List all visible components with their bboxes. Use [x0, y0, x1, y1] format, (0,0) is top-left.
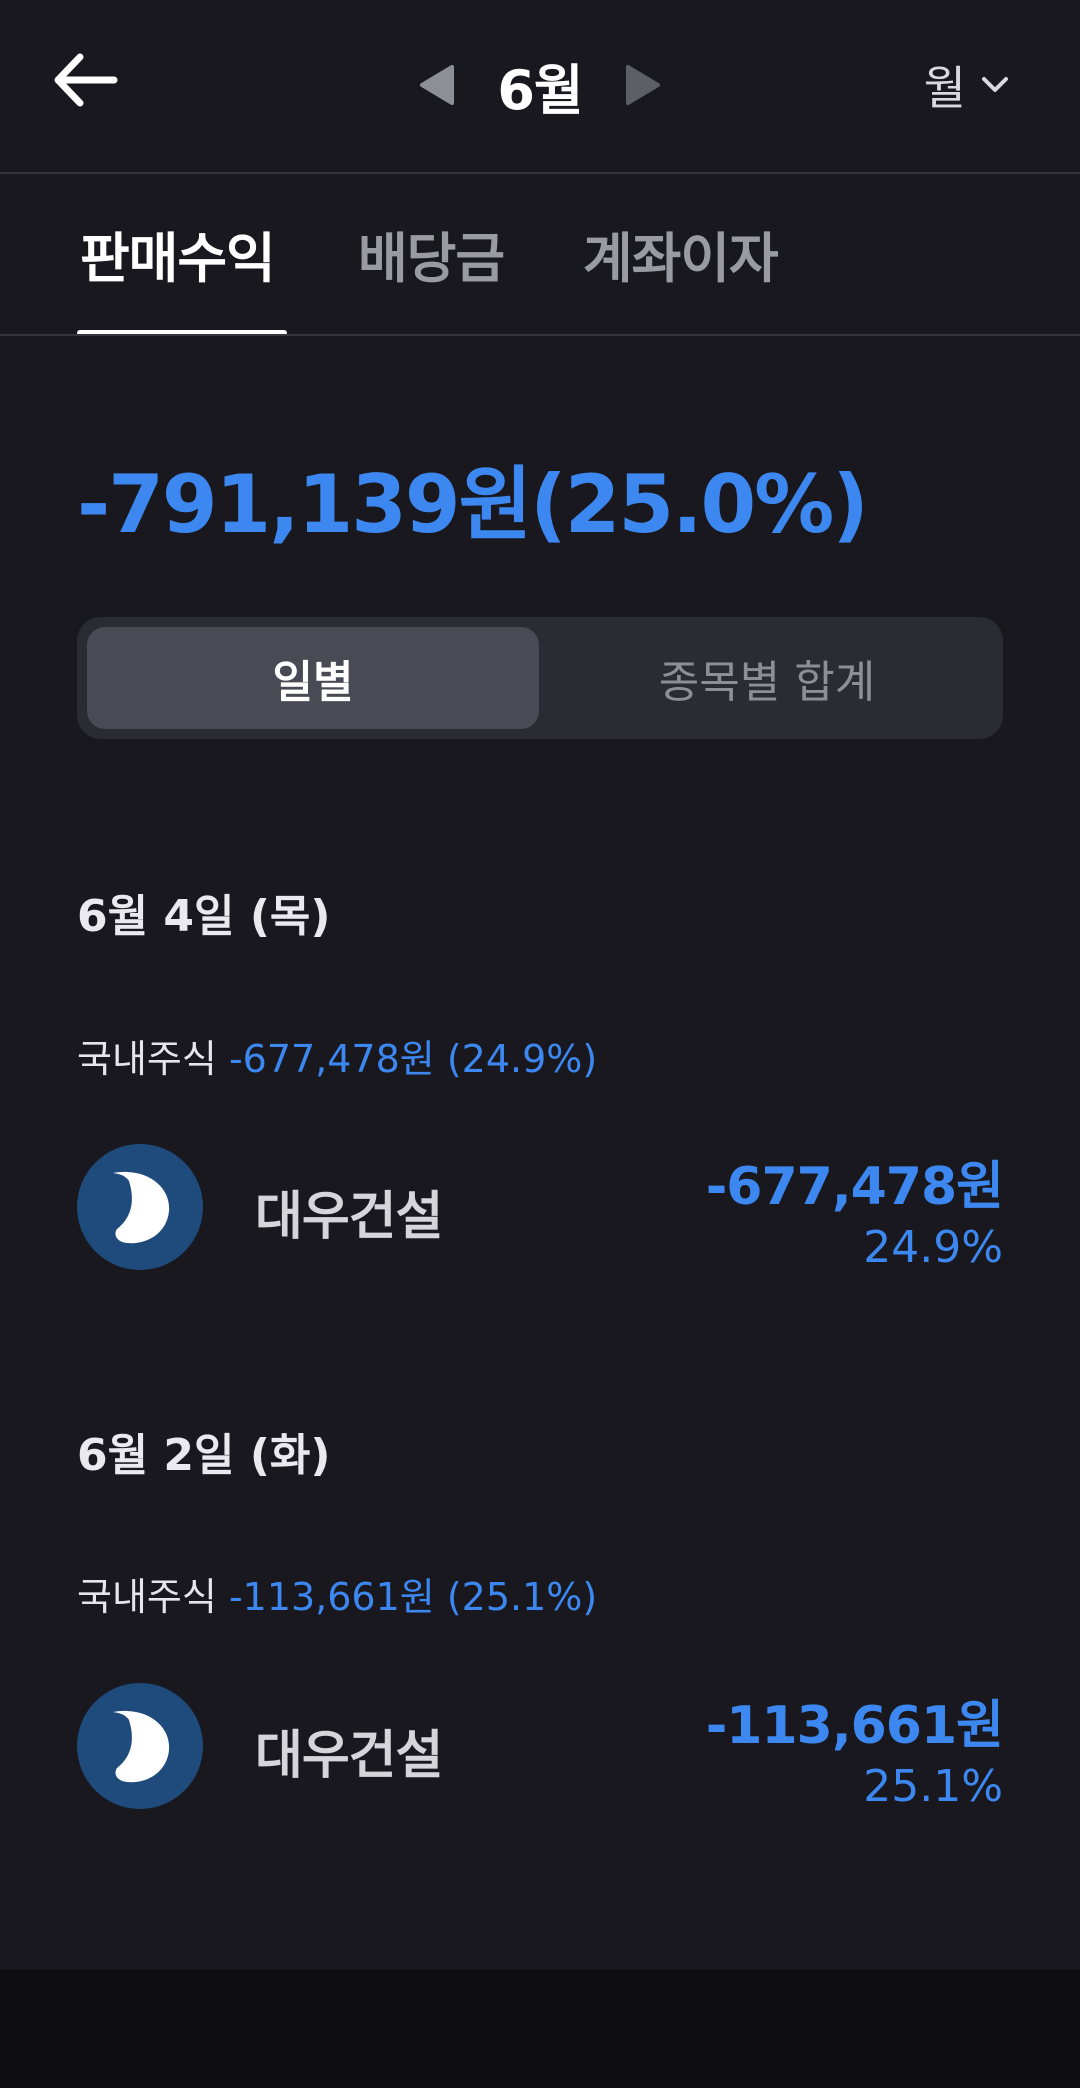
- category-summary: 국내주식 -113,661원 (25.1%): [77, 1566, 597, 1621]
- stock-row[interactable]: 대우건설 -113,661원 25.1%: [77, 1683, 1004, 1813]
- chevron-down-icon: [982, 77, 1008, 92]
- tab-bar: 판매수익 배당금 계좌이자: [0, 174, 1080, 334]
- segment-daily[interactable]: 일별: [87, 627, 539, 729]
- period-selector[interactable]: 월: [924, 50, 1010, 120]
- stock-profit-amount: -113,661원: [705, 1696, 1004, 1756]
- top-bar: 6월 월: [0, 0, 1080, 172]
- stock-name: 대우건설: [255, 1726, 443, 1786]
- daewoo-logo-icon: [77, 1144, 203, 1270]
- prev-month-button[interactable]: [401, 50, 471, 120]
- tab-dividends[interactable]: 배당금: [358, 214, 505, 293]
- triangle-left-icon: [420, 65, 455, 105]
- tabs-divider: [0, 334, 1080, 336]
- stock-name: 대우건설: [255, 1187, 443, 1247]
- view-segment-control: 일별 종목별 합계: [77, 617, 1003, 739]
- date-header: 6월 2일 (화): [77, 1430, 331, 1481]
- month-navigator: 6월: [0, 40, 1080, 130]
- date-header: 6월 4일 (목): [77, 891, 331, 942]
- tab-sales-profit[interactable]: 판매수익: [80, 214, 276, 293]
- stock-profit-percent: 25.1%: [863, 1761, 1003, 1812]
- bottom-panel: [0, 1970, 1080, 2088]
- stock-profit-percent: 24.9%: [863, 1222, 1003, 1273]
- next-month-button[interactable]: [609, 50, 679, 120]
- category-label: 국내주식: [77, 1575, 217, 1619]
- segment-by-stock[interactable]: 종목별 합계: [541, 627, 993, 729]
- triangle-right-icon: [625, 65, 660, 105]
- stock-row[interactable]: 대우건설 -677,478원 24.9%: [77, 1144, 1004, 1274]
- total-profit: -791,139원(25.0%): [77, 458, 869, 551]
- category-summary: 국내주식 -677,478원 (24.9%): [77, 1028, 597, 1083]
- category-label: 국내주식: [77, 1037, 217, 1081]
- category-amount: -113,661원 (25.1%): [228, 1575, 598, 1619]
- stock-profit-amount: -677,478원: [705, 1157, 1004, 1217]
- tab-account-interest[interactable]: 계좌이자: [583, 214, 779, 293]
- daewoo-logo-icon: [77, 1683, 203, 1809]
- period-label: 월: [923, 61, 966, 115]
- category-amount: -677,478원 (24.9%): [228, 1037, 598, 1081]
- month-title: 6월: [497, 58, 583, 122]
